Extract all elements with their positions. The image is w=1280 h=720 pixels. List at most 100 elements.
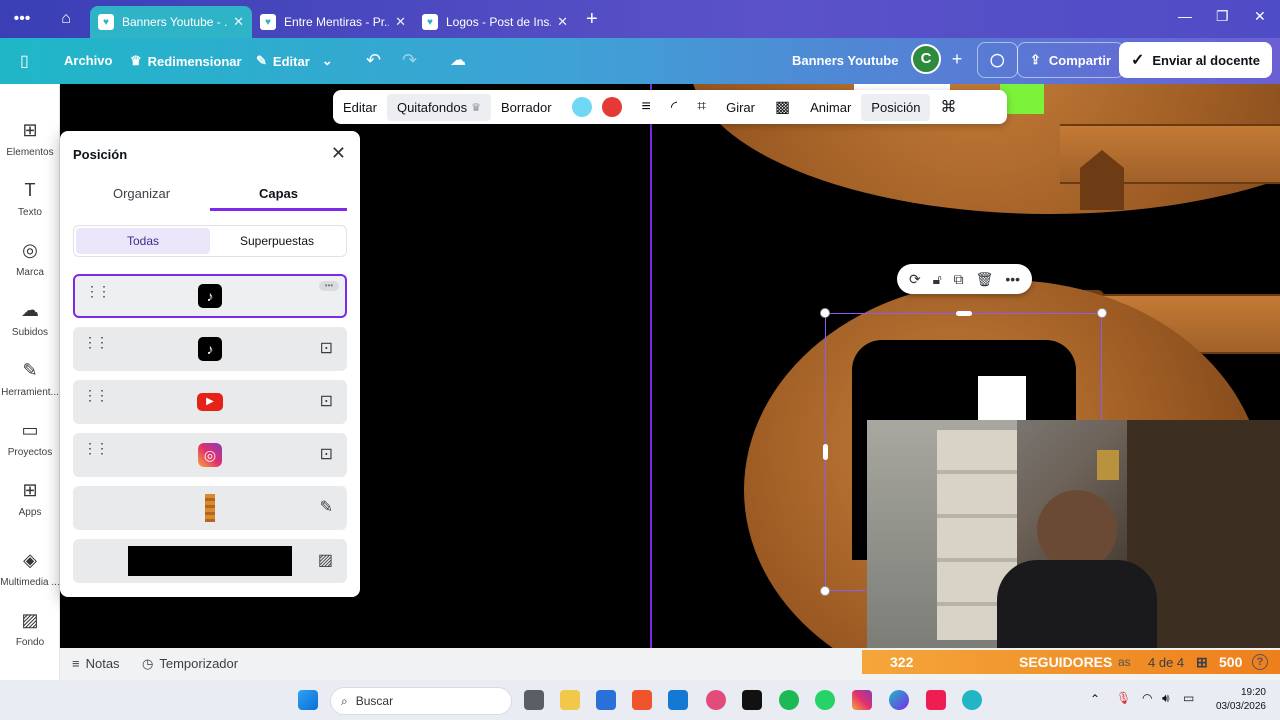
animar-button[interactable]: Animar xyxy=(800,94,861,121)
close-icon[interactable]: ✕ xyxy=(331,143,346,164)
notes-button[interactable]: ≡ Notas xyxy=(72,656,120,671)
drag-handle-icon[interactable]: ⋮⋮ xyxy=(85,284,111,298)
share-button[interactable]: ⇪ Compartir xyxy=(1017,42,1125,78)
rail-item-media[interactable]: ◈ Multimedia ... xyxy=(0,550,60,588)
photos-icon[interactable] xyxy=(668,690,688,710)
send-to-teacher-button[interactable]: ✓ Enviar al docente xyxy=(1118,42,1272,78)
tab-capas[interactable]: Capas xyxy=(210,179,347,211)
edit-icon[interactable]: ✎ xyxy=(320,497,333,517)
canva-taskbar-icon[interactable] xyxy=(889,690,909,710)
rail-item-apps[interactable]: ⊞ Apps xyxy=(0,480,60,518)
add-collaborator-icon[interactable]: + xyxy=(942,44,972,74)
minimize-button[interactable]: — xyxy=(1178,8,1192,24)
paint-format-icon[interactable]: ⌘ xyxy=(930,91,966,123)
whatsapp-icon[interactable] xyxy=(815,690,835,710)
lock-icon[interactable]: 🔓︎ xyxy=(933,271,942,288)
tab-logos[interactable]: ♥ Logos - Post de Ins... ✕ xyxy=(414,6,576,38)
wifi-icon[interactable]: ◠ xyxy=(1142,691,1152,705)
resize-handle[interactable] xyxy=(820,308,830,318)
cloud-save-icon[interactable]: ☁ xyxy=(450,50,466,70)
drag-handle-icon[interactable]: ⋮⋮ xyxy=(83,441,109,455)
ai-edit-icon[interactable]: ⟳ xyxy=(909,271,921,288)
rail-item-background[interactable]: ▨ Fondo xyxy=(0,610,60,648)
border-style-icon[interactable]: ≡ xyxy=(632,92,661,122)
filter-todas[interactable]: Todas xyxy=(76,228,210,254)
close-tab-icon[interactable]: ✕ xyxy=(395,14,406,30)
drag-handle-icon[interactable]: ⋮⋮ xyxy=(83,388,109,402)
windows-start-icon[interactable] xyxy=(298,690,318,710)
task-view-icon[interactable] xyxy=(524,690,544,710)
layer-item[interactable]: ✎ xyxy=(73,486,347,530)
resize-handle[interactable] xyxy=(820,586,830,596)
rail-item-elements[interactable]: ⊞ Elementos xyxy=(0,120,60,158)
new-tab-button[interactable]: + xyxy=(586,8,598,31)
tiktok-taskbar-icon[interactable] xyxy=(742,690,762,710)
layer-item[interactable]: ⋮⋮ ◎ ⊡ xyxy=(73,433,347,477)
microphone-icon[interactable]: 🎙︎ xyxy=(1116,691,1131,705)
brave-browser-icon[interactable] xyxy=(632,690,652,710)
trash-icon[interactable]: 🗑︎ xyxy=(976,271,994,288)
instagram-taskbar-icon[interactable] xyxy=(852,690,872,710)
redo-icon[interactable]: ↷ xyxy=(402,50,417,71)
tab-entre-mentiras[interactable]: ♥ Entre Mentiras - Pr... ✕ xyxy=(252,6,414,38)
tab-organizar[interactable]: Organizar xyxy=(73,179,210,211)
editar-button[interactable]: Editar xyxy=(333,94,387,121)
zoom-level[interactable]: 500 xyxy=(1219,654,1242,670)
filter-superpuestas[interactable]: Superpuestas xyxy=(210,228,344,254)
layer-item[interactable]: ⋮⋮ ▶ ⊡ xyxy=(73,380,347,424)
resize-handle-left[interactable] xyxy=(823,444,828,460)
side-panel-toggle-icon[interactable]: ▯ xyxy=(20,51,29,71)
duplicate-icon[interactable]: ⧉ xyxy=(954,271,964,288)
rail-item-uploads[interactable]: ☁ Subidos xyxy=(0,300,60,338)
rail-item-brand[interactable]: ◎ Marca xyxy=(0,240,60,278)
spotify-icon[interactable] xyxy=(779,690,799,710)
store-icon[interactable] xyxy=(596,690,616,710)
transparency-icon[interactable]: ▩ xyxy=(765,91,800,123)
pattern-icon[interactable]: ▨ xyxy=(318,550,333,570)
maximize-button[interactable]: ❐ xyxy=(1216,8,1229,25)
redimensionar-button[interactable]: ♛ Redimensionar xyxy=(130,53,242,69)
avatar[interactable]: C xyxy=(911,44,941,74)
archivo-menu[interactable]: Archivo xyxy=(64,53,112,68)
layer-item[interactable]: ⋮⋮ ♪ ••• xyxy=(73,274,347,318)
frame-icon[interactable]: ⊡ xyxy=(320,391,333,411)
rail-item-text[interactable]: T Texto xyxy=(0,180,60,218)
tab-banners-youtube[interactable]: ♥ Banners Youtube - ... ✕ xyxy=(90,6,252,38)
tray-chevron-icon[interactable]: ⌃ xyxy=(1090,692,1100,706)
resize-handle-top[interactable] xyxy=(956,311,972,316)
layer-item[interactable]: ▨ xyxy=(73,539,347,583)
posicion-button[interactable]: Posición xyxy=(861,93,931,121)
file-explorer-icon[interactable] xyxy=(560,690,580,710)
resize-handle[interactable] xyxy=(1097,308,1107,318)
more-options-icon[interactable]: ••• xyxy=(1005,271,1020,287)
comments-button[interactable]: ◯ xyxy=(977,42,1018,78)
color-swatch-red[interactable] xyxy=(601,91,632,123)
color-swatch-cyan[interactable] xyxy=(562,91,602,123)
crop-icon[interactable]: ⌗ xyxy=(687,92,716,122)
design-title[interactable]: Banners Youtube xyxy=(792,53,898,68)
frame-icon[interactable]: ⊡ xyxy=(320,338,333,358)
close-tab-icon[interactable]: ✕ xyxy=(233,14,244,30)
volume-icon[interactable]: 🔊︎ xyxy=(1162,691,1170,706)
grid-view-icon[interactable]: ⊞ xyxy=(1196,654,1208,671)
rail-item-projects[interactable]: ▭ Proyectos xyxy=(0,420,60,458)
editar-menu[interactable]: ✎ Editar ⌄ xyxy=(256,53,333,69)
drag-handle-icon[interactable]: ⋮⋮ xyxy=(83,335,109,349)
app-icon[interactable] xyxy=(706,690,726,710)
corner-rounding-icon[interactable]: ◜ xyxy=(661,91,687,123)
borrador-button[interactable]: Borrador xyxy=(491,94,562,121)
tiktok-app-taskbar-icon[interactable] xyxy=(926,690,946,710)
more-options-icon[interactable]: ••• xyxy=(319,281,339,291)
battery-icon[interactable]: ▭ xyxy=(1183,691,1194,705)
edge-icon[interactable] xyxy=(962,690,982,710)
browser-menu-icon[interactable]: ••• xyxy=(6,5,38,33)
frame-icon[interactable]: ⊡ xyxy=(320,444,333,464)
layer-item[interactable]: ⋮⋮ ♪ ⊡ xyxy=(73,327,347,371)
close-tab-icon[interactable]: ✕ xyxy=(557,14,568,30)
page-indicator[interactable]: 4 de 4 xyxy=(1148,655,1184,670)
taskbar-clock[interactable]: 19:20 03/03/2026 xyxy=(1216,686,1266,714)
rail-item-tools[interactable]: ✎ Herramient... xyxy=(0,360,60,398)
close-window-button[interactable]: ✕ xyxy=(1254,8,1266,25)
undo-icon[interactable]: ↶ xyxy=(366,50,381,71)
girar-button[interactable]: Girar xyxy=(716,94,765,121)
